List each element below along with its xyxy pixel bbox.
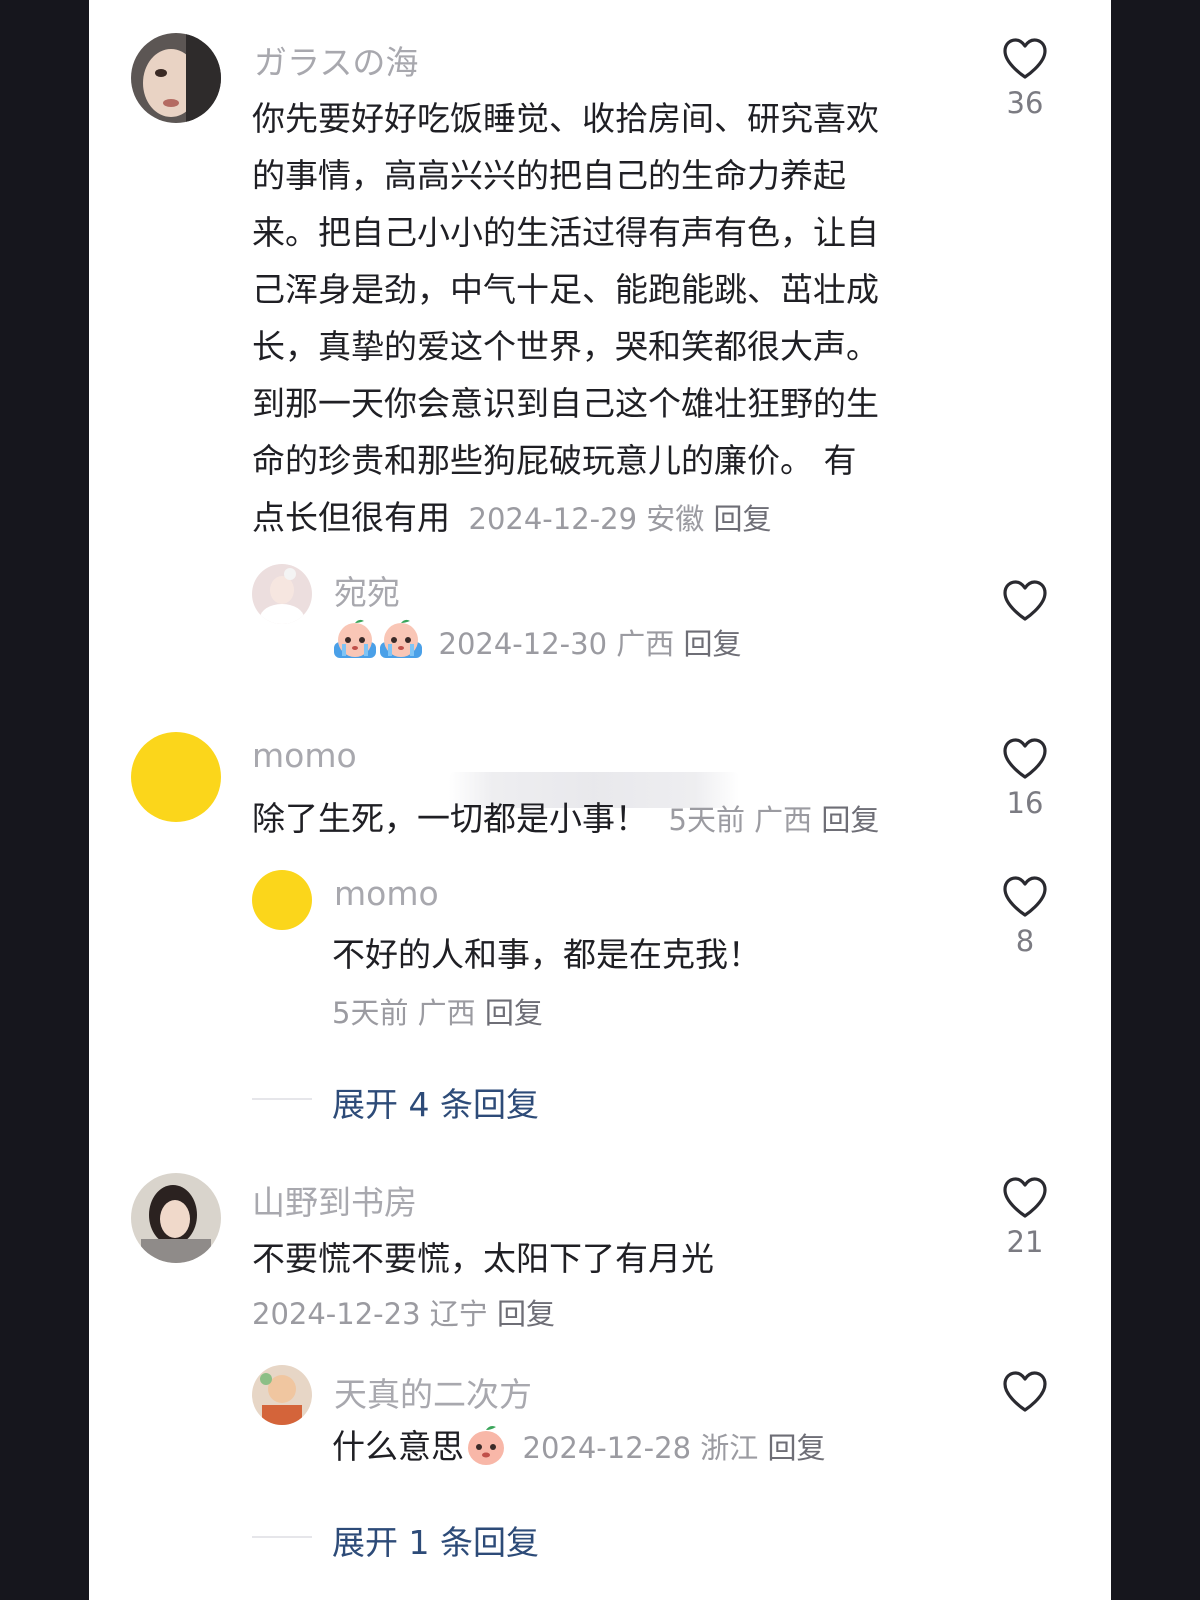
comment-list: ガラスの海 你先要好好吃饭睡觉、收拾房间、研究喜欢 的事情，高高兴兴的把自己的生… [89, 0, 1111, 1600]
comment-text-line: 己浑身是劲，中气十足、能跑能跳、茁壮成 [252, 270, 879, 309]
expand-replies-button[interactable]: 展开 1 条回复 [332, 1516, 539, 1564]
avatar[interactable] [131, 1173, 221, 1263]
reply-button[interactable]: 回复 [768, 1431, 826, 1465]
comment-text-tail: 点长但很有用 [252, 498, 450, 537]
comment-meta: 2024-12-29 安徽 回复 [469, 502, 772, 536]
comment-date: 2024-12-30 [438, 626, 608, 661]
username[interactable]: ガラスの海 [254, 36, 418, 84]
username[interactable]: 山野到书房 [252, 1176, 417, 1224]
comment-text: 什么意思 [332, 1427, 464, 1466]
comment-date: 2024-12-23 [252, 1297, 421, 1331]
like-button[interactable]: 36 [995, 38, 1055, 120]
heart-outline-icon [1003, 1177, 1047, 1218]
reply-button[interactable]: 回复 [497, 1297, 555, 1331]
reply-button[interactable]: 回复 [684, 627, 742, 661]
comment-text-line: 来。把自己小小的生活过得有声有色，让自 [252, 213, 879, 252]
username[interactable]: momo [334, 874, 439, 913]
comment-location: 浙江 [700, 1431, 759, 1465]
comment-date: 5天前 [668, 803, 745, 837]
like-button[interactable]: 8 [995, 876, 1055, 958]
heart-outline-icon [1003, 1371, 1047, 1412]
expand-replies-button[interactable]: 展开 4 条回复 [332, 1078, 539, 1126]
like-button[interactable]: 21 [995, 1177, 1055, 1259]
comment-location: 广西 [754, 803, 813, 837]
like-count: 21 [1006, 1225, 1044, 1259]
comment-date: 2024-12-28 [522, 1431, 692, 1465]
avatar[interactable] [252, 1365, 312, 1425]
avatar[interactable] [252, 870, 312, 930]
comment-text-line: 除了生死，一切都是小事！ 5天前 广西 回复 [252, 792, 879, 840]
avatar[interactable] [131, 33, 221, 123]
username[interactable]: 宛宛 [334, 566, 400, 614]
comment-location: 辽宁 [429, 1297, 488, 1331]
like-count: 8 [1015, 924, 1035, 958]
comment-text-line: 命的珍贵和那些狗屁破玩意儿的廉价。 有 [252, 441, 857, 480]
peach-emoji [464, 1423, 508, 1475]
comment-meta: 5天前 广西 回复 [669, 803, 880, 837]
comment-text-line: 点长但很有用 2024-12-29 安徽 回复 [252, 491, 772, 539]
comment-meta: 2024-12-30 广西 回复 [439, 627, 742, 661]
comment-meta: 5天前 广西 回复 [332, 990, 543, 1032]
comment-text: 除了生死，一切都是小事！ [252, 799, 648, 838]
expand-divider [252, 1536, 312, 1538]
comment-text-line: 你先要好好吃饭睡觉、收拾房间、研究喜欢 [252, 99, 879, 138]
like-button[interactable] [995, 580, 1055, 622]
heart-outline-icon [1003, 580, 1047, 621]
comment-text-line: 长，真挚的爱这个世界，哭和笑都很大声。 [252, 327, 879, 366]
crying-peach-emoji [332, 618, 378, 670]
comment-text-line: 到那一天你会意识到自己这个雄壮狂野的生 [252, 384, 879, 423]
reply-content: 什么意思 2024-12-28 浙江 回复 [332, 1420, 826, 1475]
reply-button[interactable]: 回复 [714, 502, 772, 536]
like-button[interactable] [995, 1371, 1055, 1413]
comment-date: 5天前 [332, 996, 409, 1030]
comment-date: 2024-12-29 [468, 502, 638, 536]
comment-location: 广西 [616, 626, 675, 661]
reply-button[interactable]: 回复 [821, 803, 879, 837]
comment-text: 不要慌不要慌，太阳下了有月光 [252, 1239, 714, 1278]
comment-meta: 2024-12-28 浙江 回复 [523, 1431, 826, 1465]
comment-location: 安徽 [646, 502, 705, 536]
comment-location: 广西 [417, 996, 476, 1030]
reply-content: 2024-12-30 广西 回复 [332, 618, 742, 670]
username[interactable]: 天真的二次方 [334, 1368, 532, 1416]
avatar[interactable] [131, 732, 221, 822]
username[interactable]: momo [252, 736, 357, 775]
heart-outline-icon [1003, 38, 1047, 79]
comment-meta: 2024-12-23 辽宁 回复 [252, 1291, 555, 1333]
expand-divider [252, 1098, 312, 1100]
heart-outline-icon [1003, 876, 1047, 917]
avatar[interactable] [252, 564, 312, 624]
comment-text-line: 的事情，高高兴兴的把自己的生命力养起 [252, 156, 846, 195]
heart-outline-icon [1003, 738, 1047, 779]
crying-peach-emoji [378, 618, 424, 670]
comment-text: 不好的人和事，都是在克我！ [332, 935, 761, 974]
like-count: 16 [1006, 786, 1044, 820]
like-count: 36 [1006, 86, 1044, 120]
like-button[interactable]: 16 [995, 738, 1055, 820]
reply-button[interactable]: 回复 [485, 996, 543, 1030]
